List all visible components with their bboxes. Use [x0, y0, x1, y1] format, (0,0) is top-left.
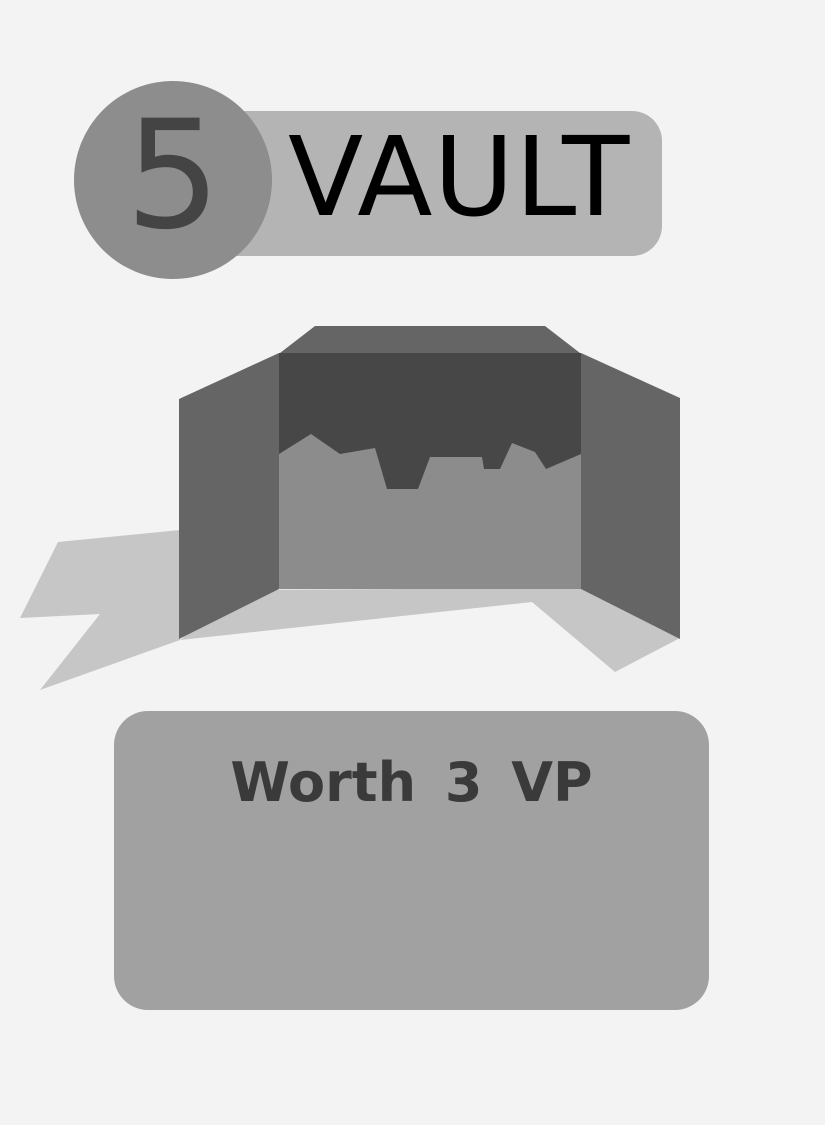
vault-treasure-pile	[279, 434, 581, 589]
vault-door-left	[179, 353, 279, 639]
card-title: VAULT	[288, 113, 631, 241]
vault-door-right	[581, 353, 680, 639]
vault-open-icon	[20, 326, 680, 690]
cost-value: 5	[125, 89, 221, 263]
cost-circle: 5	[74, 81, 272, 279]
vault-shadow-left	[20, 530, 180, 690]
vault-card[interactable]: 5 VAULT Worth 3 VP	[0, 0, 825, 1125]
ability-text: Worth 3 VP	[230, 751, 593, 814]
ability-text-box: Worth 3 VP	[114, 711, 709, 1010]
vault-top	[280, 326, 580, 353]
